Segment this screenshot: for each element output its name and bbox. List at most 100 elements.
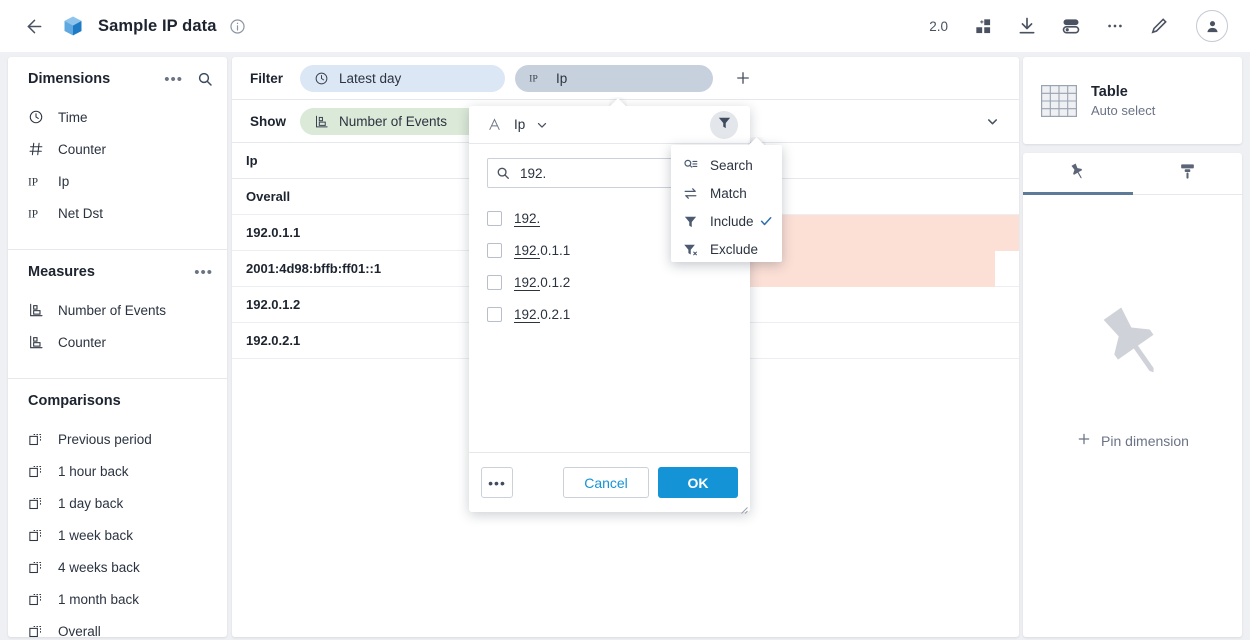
sidebar-item-1-hour-back[interactable]: 1 hour back xyxy=(8,455,227,487)
visualization-card[interactable]: Table Auto select xyxy=(1023,57,1242,144)
value-checkbox[interactable] xyxy=(487,306,502,322)
dropdown-chevron-down-icon[interactable] xyxy=(535,118,549,132)
settings-toggle-icon[interactable] xyxy=(1058,13,1084,39)
comparison-icon xyxy=(28,464,50,479)
dropdown-field-label: Ip xyxy=(514,117,526,132)
show-row-chevron-down-icon[interactable] xyxy=(979,108,1005,134)
plus-icon xyxy=(1076,431,1092,450)
sidebar-item-overall[interactable]: Overall xyxy=(8,615,227,637)
funnel-icon xyxy=(683,214,701,229)
edit-pencil-icon[interactable] xyxy=(1146,13,1172,39)
filter-pill-label: Latest day xyxy=(339,70,402,86)
match-arrows-icon xyxy=(683,186,701,201)
resize-handle[interactable] xyxy=(739,501,748,514)
add-filter-icon[interactable] xyxy=(731,66,755,90)
sidebar-item-time[interactable]: Time xyxy=(8,101,227,133)
sidebar-item-label: Number of Events xyxy=(58,302,167,318)
pin-dimension-label: Pin dimension xyxy=(1101,432,1189,449)
list-item-match: 192. xyxy=(514,306,541,323)
info-icon[interactable] xyxy=(228,17,246,35)
filter-mode-menu: Search Match Include Exclude xyxy=(671,145,782,262)
list-item[interactable]: 192.0.1.2 xyxy=(487,266,732,298)
comparisons-section: Comparisons Previous period 1 hour back … xyxy=(8,379,227,637)
dropdown-arrow xyxy=(609,97,627,106)
comparison-icon xyxy=(28,528,50,543)
user-avatar-icon[interactable] xyxy=(1196,10,1228,42)
back-arrow-icon[interactable] xyxy=(22,14,46,38)
list-item-label: 192.0.1.2 xyxy=(514,274,570,291)
value-checkbox[interactable] xyxy=(487,210,502,226)
measure-bar-icon xyxy=(28,334,50,350)
sidebar-item-label: 1 hour back xyxy=(58,463,129,479)
sidebar-item-1-day-back[interactable]: 1 day back xyxy=(8,487,227,519)
value-checkbox[interactable] xyxy=(487,242,502,258)
sidebar-item-ip[interactable]: IP Ip xyxy=(8,165,227,197)
sidebar-item-label: Previous period xyxy=(58,431,152,447)
sidebar-item-measure-counter[interactable]: Counter xyxy=(8,326,227,358)
measures-more-icon[interactable]: ••• xyxy=(194,264,213,281)
filter-pill-latest-day[interactable]: Latest day xyxy=(300,64,505,92)
menu-item-match[interactable]: Match xyxy=(671,179,782,207)
dropdown-more-button[interactable]: ••• xyxy=(481,467,513,498)
menu-item-search[interactable]: Search xyxy=(671,151,782,179)
clock-icon xyxy=(314,71,329,86)
menu-item-exclude[interactable]: Exclude xyxy=(671,235,782,263)
menu-item-label: Include xyxy=(710,213,754,229)
sidebar-item-label: 1 day back xyxy=(58,495,124,511)
tab-format[interactable] xyxy=(1133,153,1243,194)
sidebar-item-label: 1 month back xyxy=(58,591,140,607)
funnel-x-icon xyxy=(683,242,701,257)
search-input-value: 192. xyxy=(520,165,547,181)
dropdown-footer: ••• Cancel OK xyxy=(469,452,750,514)
search-icon xyxy=(496,166,510,180)
paint-roller-icon xyxy=(1178,162,1197,186)
ok-button[interactable]: OK xyxy=(658,467,738,498)
comparison-icon xyxy=(28,624,50,638)
measures-title: Measures xyxy=(28,264,95,280)
top-bar-actions: 2.0 xyxy=(929,10,1250,42)
dimensions-more-icon[interactable]: ••• xyxy=(164,71,183,88)
download-icon[interactable] xyxy=(1014,13,1040,39)
sidebar-item-label: Counter xyxy=(58,334,107,350)
value-checkbox[interactable] xyxy=(487,274,502,290)
comparison-icon xyxy=(28,432,50,447)
dimensions-search-icon[interactable] xyxy=(197,71,213,87)
sidebar-item-number-of-events[interactable]: Number of Events xyxy=(8,294,227,326)
hash-icon xyxy=(28,141,50,157)
pin-dimension-button[interactable]: Pin dimension xyxy=(1076,431,1189,450)
sidebar-item-counter[interactable]: Counter xyxy=(8,133,227,165)
page-title: Sample IP data xyxy=(98,16,217,35)
pin-empty-state: Pin dimension xyxy=(1023,195,1242,515)
table-cell-ip: 2001:4d98:bffb:ff01::1 xyxy=(246,261,382,276)
tab-pin[interactable] xyxy=(1023,153,1133,195)
list-item-match: 192. xyxy=(514,210,541,227)
right-panel: Table Auto select Pin dimension xyxy=(1023,57,1242,637)
sidebar-item-previous-period[interactable]: Previous period xyxy=(8,423,227,455)
sidebar-item-1-month-back[interactable]: 1 month back xyxy=(8,583,227,615)
ip-icon: IP xyxy=(529,71,546,85)
sidebar-item-1-week-back[interactable]: 1 week back xyxy=(8,519,227,551)
list-item-match: 192. xyxy=(514,274,541,291)
table-cell-ip: Overall xyxy=(246,189,291,204)
sidebar-item-label: 1 week back xyxy=(58,527,134,543)
filter-mode-button[interactable] xyxy=(710,110,738,139)
sidebar-item-label: Overall xyxy=(58,623,101,638)
sidebar-item-label: 4 weeks back xyxy=(58,559,140,575)
text-type-icon xyxy=(487,117,502,132)
right-panel-body: Pin dimension xyxy=(1023,153,1242,637)
dimensions-section: Dimensions ••• Time Counter IP Ip IP Net… xyxy=(8,57,227,229)
pin-large-icon xyxy=(1090,300,1176,391)
sidebar-item-net-dst[interactable]: IP Net Dst xyxy=(8,197,227,229)
more-options-icon[interactable] xyxy=(1102,13,1128,39)
filter-row-label: Filter xyxy=(250,70,284,86)
table-cell-ip: 192.0.1.1 xyxy=(246,225,301,240)
list-item[interactable]: 192.0.2.1 xyxy=(487,298,732,330)
add-widget-icon[interactable] xyxy=(970,13,996,39)
context-menu-arrow xyxy=(748,137,766,145)
sidebar-item-4-weeks-back[interactable]: 4 weeks back xyxy=(8,551,227,583)
menu-item-include[interactable]: Include xyxy=(671,207,782,235)
cancel-button[interactable]: Cancel xyxy=(563,467,649,498)
filter-pill-ip[interactable]: IP Ip xyxy=(515,64,713,92)
filter-row: Filter Latest day IP Ip xyxy=(232,57,1019,100)
sidebar-item-label: Net Dst xyxy=(58,205,104,221)
